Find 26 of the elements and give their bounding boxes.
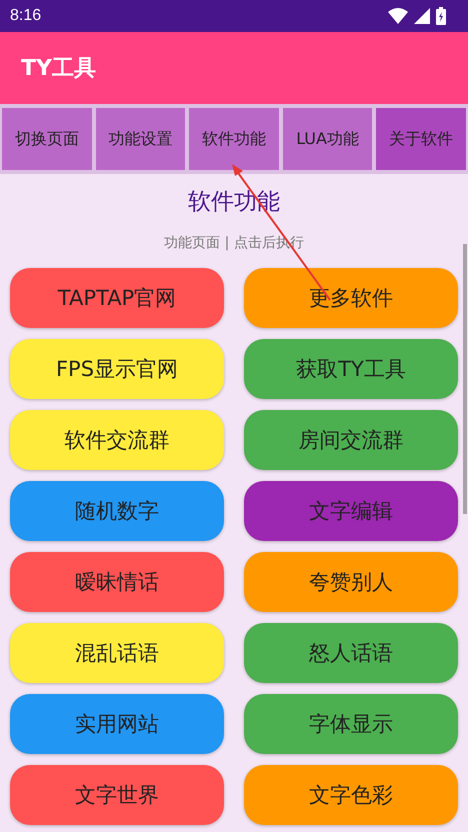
function-button[interactable]: 夸赞别人 [244,552,458,612]
function-button[interactable]: 怒人话语 [244,623,458,683]
wifi-icon [388,8,408,24]
signal-icon [414,8,430,24]
function-button[interactable]: TAPTAP官网 [10,268,224,328]
tab[interactable]: 功能设置 [96,108,186,170]
function-button[interactable]: 实用网站 [10,694,224,754]
tab[interactable]: LUA功能 [282,108,372,170]
tab[interactable]: 关于软件 [376,108,466,170]
function-button[interactable]: FPS显示官网 [10,339,224,399]
battery-icon [436,7,446,25]
page-title: 软件功能 [187,188,281,217]
function-button[interactable]: 文字色彩 [244,765,458,825]
function-button[interactable]: 获取TY工具 [244,339,458,399]
function-button[interactable]: 随机数字 [10,481,224,541]
tab[interactable]: 切换页面 [2,108,92,170]
function-button[interactable]: 混乱话语 [10,623,224,683]
function-button[interactable]: 房间交流群 [244,410,458,470]
function-button[interactable]: 更多软件 [244,268,458,328]
function-button[interactable]: 暧昧情话 [10,552,224,612]
function-button[interactable]: 字体显示 [244,694,458,754]
function-button[interactable]: 文字世界 [10,765,224,825]
app-title: TY工具 [21,55,96,83]
status-time: 8:16 [10,7,42,25]
tab[interactable]: 软件功能 [189,108,279,170]
function-button[interactable]: 软件交流群 [10,410,224,470]
